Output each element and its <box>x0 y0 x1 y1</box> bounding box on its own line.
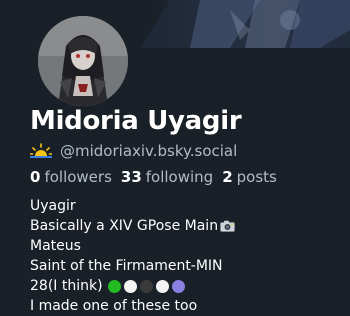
handle-text: @midoriaxiv.bsky.social <box>60 142 238 160</box>
avatar-image <box>38 16 128 106</box>
posts-count: 2 <box>222 168 233 186</box>
bio-text: 28(I think) <box>30 278 103 294</box>
followers-count: 0 <box>30 168 41 186</box>
following-label: following <box>145 168 214 186</box>
bio-line: Mateus <box>30 238 81 254</box>
black-circle-icon <box>139 279 153 293</box>
display-name: Midoria Uyagir <box>30 106 242 136</box>
following-stat[interactable]: 33 following <box>121 168 213 186</box>
white-circle-icon <box>155 279 169 293</box>
bio-line: Uyagir <box>30 198 76 214</box>
bio-line-with-camera: Basically a XIV GPose Main <box>30 216 340 236</box>
stats-row: 0 followers 33 following 2 posts <box>30 166 286 188</box>
bio-line-with-dots: 28(I think) <box>30 276 340 296</box>
bio-line: Saint of the Firmament-MIN <box>30 258 223 274</box>
purple-circle-icon <box>171 279 185 293</box>
sunrise-icon <box>30 143 52 158</box>
followers-label: followers <box>44 168 112 186</box>
bio-line: I made one of these too <box>30 298 198 314</box>
avatar[interactable] <box>36 14 130 108</box>
following-count: 33 <box>120 168 142 186</box>
camera-icon <box>220 220 235 232</box>
handle-row: @midoriaxiv.bsky.social <box>30 140 237 162</box>
followers-stat[interactable]: 0 followers <box>30 168 112 186</box>
profile-bio: Uyagir Basically a XIV GPose Main Mateus… <box>30 196 340 316</box>
bio-text: Basically a XIV GPose Main <box>30 218 219 234</box>
posts-stat: 2 posts <box>222 168 277 186</box>
white-circle-icon <box>123 279 137 293</box>
posts-label: posts <box>236 168 277 186</box>
green-circle-icon <box>107 279 121 293</box>
